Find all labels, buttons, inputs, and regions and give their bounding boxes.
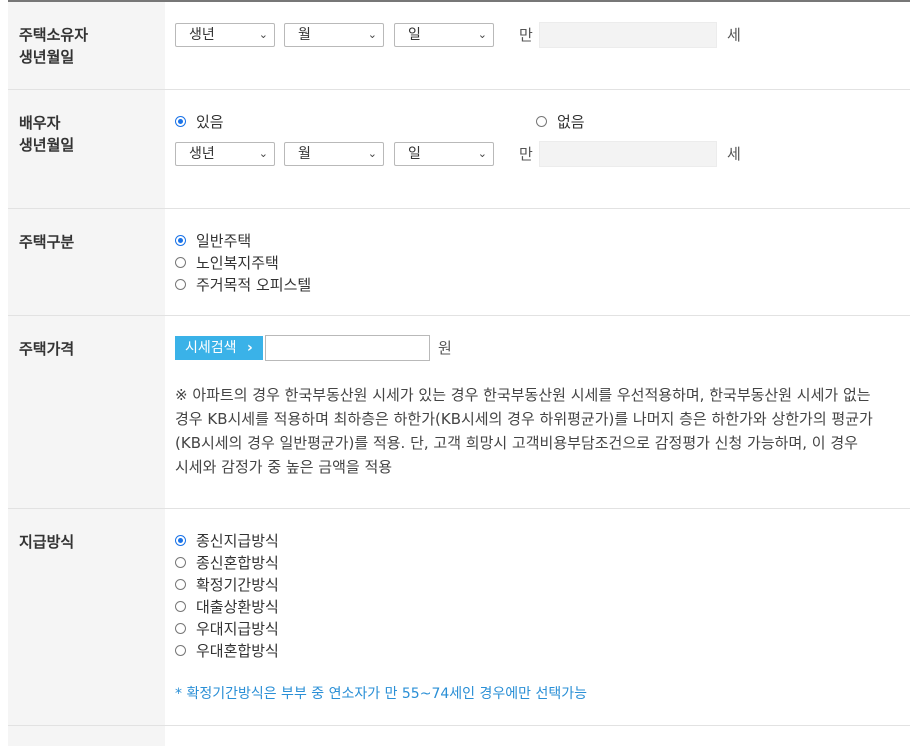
payment-option-loan-repayment[interactable]: 대출상환방식 (175, 595, 279, 617)
chevron-down-icon: ⌄ (477, 28, 487, 41)
owner-birth-month-value: 월 (298, 27, 311, 43)
spouse-birth-label-line2: 생년월일 (19, 136, 75, 154)
payment-method-note: * 확정기간방식은 부부 중 연소자가 만 55~74세인 경우에만 선택가능 (175, 686, 587, 702)
payment-option-label: 확정기간방식 (196, 575, 279, 594)
owner-birth-label: 주택소유자 생년월일 (8, 2, 165, 89)
next-row-cell (165, 726, 910, 746)
payment-option-preferred-mixed[interactable]: 우대혼합방식 (175, 639, 279, 661)
house-type-option-label: 주거목적 오피스텔 (196, 275, 312, 294)
house-type-option-label: 노인복지주택 (196, 253, 279, 272)
chevron-down-icon: ⌄ (477, 147, 487, 160)
spouse-age-prefix: 만 (519, 145, 533, 163)
house-price-unit: 원 (438, 339, 452, 357)
chevron-down-icon: ⌄ (258, 28, 268, 41)
chevron-down-icon: ⌄ (258, 147, 268, 160)
payment-option-label: 종신지급방식 (196, 531, 279, 550)
house-price-note: ※ 아파트의 경우 한국부동산원 시세가 있는 경우 한국부동산원 시세를 우선… (175, 383, 895, 479)
house-price-note-line: 경우 KB시세를 적용하며 최하층은 하한가(KB시세의 경우 하위평균가)를 … (175, 410, 873, 428)
payment-option-lifetime[interactable]: 종신지급방식 (175, 529, 279, 551)
house-price-cell: 시세검색 › 원 ※ 아파트의 경우 한국부동산원 시세가 있는 경우 한국부동… (165, 316, 910, 508)
payment-option-fixed-term[interactable]: 확정기간방식 (175, 573, 279, 595)
chevron-down-icon: ⌄ (367, 147, 377, 160)
radio-unselected-icon (175, 644, 186, 656)
house-price-note-line: 시세와 감정가 중 높은 금액을 적용 (175, 458, 393, 476)
payment-method-label: 지급방식 (8, 509, 165, 725)
next-row (8, 726, 910, 746)
next-row-label (8, 726, 165, 746)
owner-birth-day-select[interactable]: 일 ⌄ (394, 23, 494, 47)
radio-unselected-icon (175, 556, 186, 568)
radio-unselected-icon (536, 115, 547, 127)
chevron-down-icon: ⌄ (367, 28, 377, 41)
spouse-age-suffix: 세 (727, 145, 741, 163)
owner-birth-label-line1: 주택소유자 (19, 26, 89, 44)
owner-birth-day-value: 일 (408, 27, 421, 43)
owner-birth-label-line2: 생년월일 (19, 48, 75, 66)
radio-unselected-icon (175, 600, 186, 612)
spouse-yes-label: 있음 (196, 112, 224, 131)
price-search-button[interactable]: 시세검색 › (175, 336, 263, 360)
spouse-birth-month-value: 월 (298, 146, 311, 162)
payment-method-row: 지급방식 종신지급방식 종신혼합방식 확정기간방식 대출상환방식 우대지급방식 (8, 509, 910, 726)
spouse-birth-year-value: 생년 (189, 146, 215, 162)
house-price-note-line: (KB시세의 경우 일반평균가)를 적용. 단, 고객 희망시 고객비용부담조건… (175, 434, 858, 452)
radio-selected-icon (175, 234, 186, 246)
spouse-birth-year-select[interactable]: 생년 ⌄ (175, 142, 275, 166)
payment-option-label: 우대지급방식 (196, 619, 279, 638)
owner-birth-cell: 생년 ⌄ 월 ⌄ 일 ⌄ 만 세 (165, 2, 910, 89)
spouse-age-field (539, 141, 717, 167)
owner-birth-year-value: 생년 (189, 27, 215, 43)
owner-age-field (539, 22, 717, 48)
house-price-input[interactable] (265, 335, 430, 361)
spouse-birth-day-value: 일 (408, 146, 421, 162)
house-type-option-label: 일반주택 (196, 231, 252, 250)
spouse-no-label: 없음 (557, 112, 585, 131)
spouse-birth-cell: 있음 없음 생년 ⌄ 월 ⌄ 일 ⌄ 만 세 (165, 90, 910, 208)
owner-birth-month-select[interactable]: 월 ⌄ (284, 23, 384, 47)
house-price-row: 주택가격 시세검색 › 원 ※ 아파트의 경우 한국부동산원 시세가 있는 경우… (8, 316, 910, 509)
spouse-birth-month-select[interactable]: 월 ⌄ (284, 142, 384, 166)
radio-unselected-icon (175, 578, 186, 590)
payment-option-label: 우대혼합방식 (196, 641, 279, 660)
payment-option-lifetime-mixed[interactable]: 종신혼합방식 (175, 551, 279, 573)
spouse-no-radio[interactable]: 없음 (536, 110, 585, 132)
owner-age-prefix: 만 (519, 26, 533, 44)
radio-unselected-icon (175, 256, 186, 268)
owner-birth-year-select[interactable]: 생년 ⌄ (175, 23, 275, 47)
price-search-label: 시세검색 (185, 340, 237, 356)
house-type-option-general[interactable]: 일반주택 (175, 229, 251, 251)
radio-unselected-icon (175, 278, 186, 290)
radio-unselected-icon (175, 622, 186, 634)
payment-option-preferred[interactable]: 우대지급방식 (175, 617, 279, 639)
spouse-birth-label: 배우자 생년월일 (8, 90, 165, 208)
radio-selected-icon (175, 534, 186, 546)
radio-selected-icon (175, 115, 186, 127)
spouse-birth-row: 배우자 생년월일 있음 없음 생년 ⌄ 월 ⌄ 일 ⌄ 만 세 (8, 90, 910, 209)
house-type-cell: 일반주택 노인복지주택 주거목적 오피스텔 (165, 209, 910, 315)
reverse-mortgage-form: 주택소유자 생년월일 생년 ⌄ 월 ⌄ 일 ⌄ 만 세 배우자 생년월일 있음 … (8, 0, 910, 746)
house-type-label: 주택구분 (8, 209, 165, 315)
owner-birth-row: 주택소유자 생년월일 생년 ⌄ 월 ⌄ 일 ⌄ 만 세 (8, 2, 910, 90)
house-type-option-officetel[interactable]: 주거목적 오피스텔 (175, 273, 311, 295)
chevron-right-icon: › (246, 340, 253, 356)
spouse-birth-label-line1: 배우자 (19, 114, 61, 132)
spouse-yes-radio[interactable]: 있음 (175, 110, 224, 132)
house-price-label: 주택가격 (8, 316, 165, 508)
house-price-note-line: ※ 아파트의 경우 한국부동산원 시세가 있는 경우 한국부동산원 시세를 우선… (175, 386, 871, 404)
owner-age-suffix: 세 (727, 26, 741, 44)
payment-method-cell: 종신지급방식 종신혼합방식 확정기간방식 대출상환방식 우대지급방식 우대혼합방… (165, 509, 910, 725)
payment-option-label: 대출상환방식 (196, 597, 279, 616)
house-type-row: 주택구분 일반주택 노인복지주택 주거목적 오피스텔 (8, 209, 910, 316)
spouse-birth-day-select[interactable]: 일 ⌄ (394, 142, 494, 166)
payment-option-label: 종신혼합방식 (196, 553, 279, 572)
house-type-option-senior-welfare[interactable]: 노인복지주택 (175, 251, 279, 273)
